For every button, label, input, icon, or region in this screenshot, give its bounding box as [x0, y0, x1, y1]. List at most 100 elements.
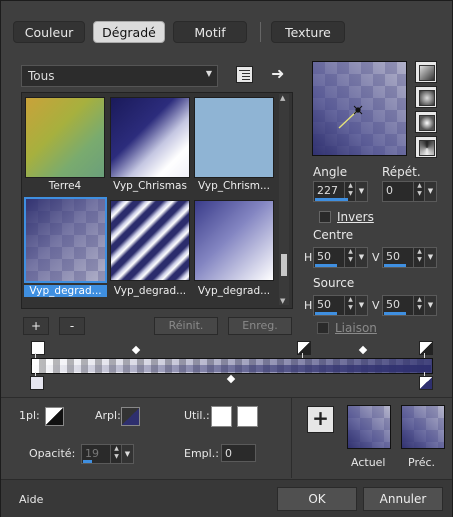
chevron-down-icon: ▼: [205, 69, 212, 78]
foreground-stop-swatch[interactable]: [45, 407, 64, 426]
sunburst-gradient-type-button[interactable]: [415, 111, 437, 133]
help-link[interactable]: Aide: [19, 493, 43, 506]
location-input[interactable]: 0: [221, 444, 256, 462]
source-h-spinbox[interactable]: 50 ▲ ▼ ▼: [313, 295, 368, 316]
background-stop-swatch[interactable]: [121, 407, 140, 426]
arrow-right-icon[interactable]: ➜: [271, 64, 284, 83]
gradient-preview[interactable]: [312, 61, 407, 156]
gradient-label: Vyp_degrad...: [113, 285, 187, 297]
center-h-value: 50: [317, 250, 331, 263]
opacity-slider-fill: [83, 460, 92, 463]
cancel-button[interactable]: Annuler: [363, 487, 443, 511]
add-to-swatches-button[interactable]: +: [307, 406, 334, 433]
remove-gradient-button[interactable]: -: [59, 317, 85, 335]
radial-gradient-type-button[interactable]: [415, 136, 437, 158]
color-stop-start[interactable]: [30, 376, 44, 390]
scrollbar-thumb[interactable]: [281, 254, 287, 276]
link-label: Liaison: [335, 321, 377, 335]
opacity-stop-end[interactable]: [419, 341, 433, 355]
angle-spinbox[interactable]: 227 ▲ ▼ ▼: [313, 181, 368, 202]
gradient-list-scrollbar[interactable]: ▲ ▼: [279, 94, 289, 305]
center-h-slider-fill: [315, 264, 337, 267]
chevron-down-icon[interactable]: ▼: [355, 296, 367, 315]
separator: [1, 397, 452, 398]
previous-preview[interactable]: [401, 405, 445, 449]
source-h-value: 50: [317, 298, 331, 311]
scroll-up-icon[interactable]: ▲: [280, 94, 285, 102]
save-button[interactable]: Enreg.: [228, 317, 292, 335]
center-h-label: H: [304, 251, 313, 264]
separator: [291, 398, 292, 478]
color-stop-end[interactable]: [419, 376, 433, 390]
material-properties-dialog: Couleur Dégradé Motif Texture Tous ▼ ➜ T…: [0, 0, 453, 517]
repeat-spinbox[interactable]: 0 ▲ ▼ ▼: [382, 181, 437, 202]
add-gradient-button[interactable]: +: [23, 317, 49, 335]
tab-motif[interactable]: Motif: [173, 21, 247, 43]
gradient-thumb[interactable]: [194, 200, 274, 281]
center-v-slider-fill: [384, 264, 406, 267]
opacity-midpoint-marker[interactable]: [358, 345, 368, 355]
angle-handle-icon[interactable]: [313, 62, 406, 155]
rectangular-gradient-type-button[interactable]: [415, 86, 437, 108]
center-v-label: V: [372, 251, 380, 264]
gradient-thumb[interactable]: [110, 97, 190, 178]
gradient-label-selected: Vyp_degrad...: [24, 285, 107, 297]
chevron-down-icon[interactable]: ▼: [424, 296, 436, 315]
link-checkbox[interactable]: [317, 322, 329, 334]
source-h-label: H: [304, 299, 313, 312]
invert-checkbox[interactable]: [319, 211, 331, 223]
opacity-label: Opacité:: [29, 447, 76, 460]
opacity-spinbox[interactable]: 19 ▲ ▼ ▼: [81, 444, 134, 464]
chevron-down-icon[interactable]: ▼: [355, 248, 367, 267]
opacity-stop-start[interactable]: [31, 341, 45, 355]
source-h-slider-fill: [315, 312, 337, 315]
chevron-down-icon[interactable]: ▼: [424, 182, 436, 201]
color-midpoint-marker[interactable]: [226, 374, 236, 384]
tab-divider: [260, 22, 261, 42]
user-label: Util.:: [184, 409, 210, 422]
center-h-spinbox[interactable]: 50 ▲ ▼ ▼: [313, 247, 368, 268]
center-v-value: 50: [386, 250, 400, 263]
angle-slider-fill: [315, 198, 348, 201]
center-v-spinbox[interactable]: 50 ▲ ▼ ▼: [382, 247, 437, 268]
chevron-down-icon[interactable]: ▼: [424, 248, 436, 267]
reset-button[interactable]: Réinit.: [154, 317, 218, 335]
location-label: Empl.:: [184, 447, 219, 460]
scroll-down-icon[interactable]: ▼: [280, 297, 285, 305]
gradient-thumb[interactable]: [194, 97, 274, 178]
source-label: Source: [313, 276, 355, 290]
linear-gradient-type-button[interactable]: [415, 61, 437, 83]
tab-couleur[interactable]: Couleur: [13, 21, 85, 43]
source-v-value: 50: [386, 298, 400, 311]
tab-degrade[interactable]: Dégradé: [93, 21, 165, 43]
category-select-value: Tous: [28, 69, 55, 83]
opacity-stop[interactable]: [297, 341, 311, 355]
tab-texture[interactable]: Texture: [271, 21, 345, 43]
gradient-label: Vyp_Chrismas: [113, 180, 187, 192]
source-v-spinbox[interactable]: 50 ▲ ▼ ▼: [382, 295, 437, 316]
category-select[interactable]: Tous ▼: [21, 65, 218, 87]
chevron-down-icon[interactable]: ▼: [355, 182, 367, 201]
gradient-label: Vyp_degrad...: [197, 285, 271, 297]
list-view-icon[interactable]: [236, 66, 253, 83]
current-preview[interactable]: [347, 405, 391, 449]
ok-button[interactable]: OK: [277, 487, 357, 511]
gradient-label: Terre4: [48, 180, 82, 192]
previous-label: Préc.: [408, 456, 436, 469]
gradient-editor-color-strip: [31, 365, 431, 372]
angle-value: 227: [317, 184, 338, 197]
invert-label: Invers: [337, 210, 374, 224]
opacity-midpoint-marker[interactable]: [131, 345, 141, 355]
user-color-swatch[interactable]: [211, 406, 232, 427]
current-label: Actuel: [351, 456, 386, 469]
chevron-down-icon[interactable]: ▼: [121, 445, 133, 463]
gradient-thumb[interactable]: [110, 200, 190, 281]
gradient-thumb-selected[interactable]: [24, 197, 107, 283]
user-color-swatch[interactable]: [237, 406, 258, 427]
opacity-value: 19: [85, 447, 99, 460]
gradient-label: Vyp_Chrism...: [198, 180, 270, 192]
repeat-label: Répét.: [382, 165, 421, 179]
gradient-thumb[interactable]: [25, 97, 105, 178]
source-v-slider-fill: [384, 312, 406, 315]
angle-label: Angle: [313, 165, 348, 179]
